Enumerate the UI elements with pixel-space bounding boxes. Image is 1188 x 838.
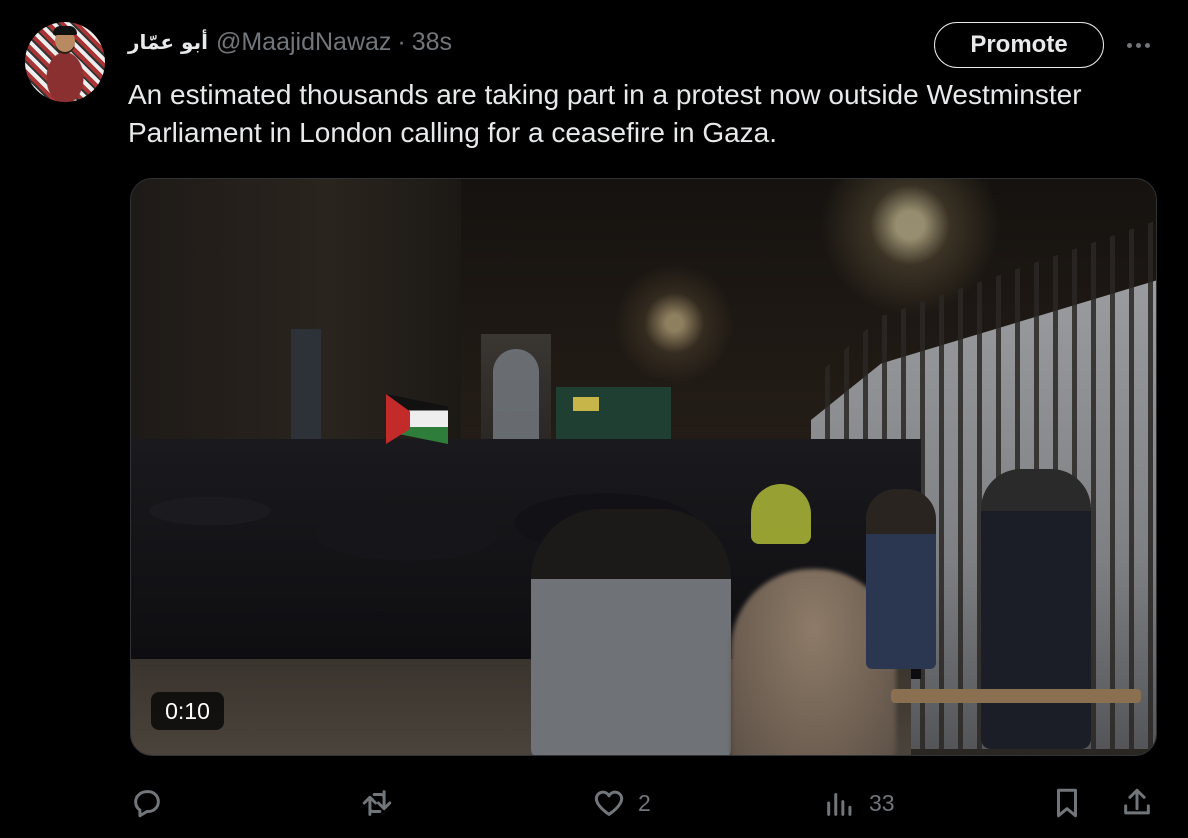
video-scene-chapel-window [493,349,539,439]
views-count: 33 [869,789,895,816]
share-button[interactable] [1120,780,1154,826]
video-scene-hoarding [556,387,671,447]
video-scene-police [751,484,811,544]
analytics-icon [827,793,852,816]
bookmark-icon [1057,788,1077,818]
repost-icon [362,790,392,816]
video-scene-person [866,489,936,669]
promote-button[interactable]: Promote [934,22,1104,68]
more-horizontal-icon[interactable] [1120,30,1156,60]
repost-button[interactable] [360,780,406,826]
display-name[interactable]: أبو عمّار [128,30,208,54]
video-scene-sign [573,397,599,411]
video-scene-person [981,469,1091,749]
video-duration-badge: 0:10 [151,692,224,730]
avatar-cap [53,26,77,35]
bookmark-button[interactable] [1050,780,1084,826]
video-scene-window [291,329,321,439]
heart-icon [594,790,624,816]
handle[interactable]: @MaajidNawaz [216,28,391,57]
tweet-text: An estimated thousands are taking part i… [128,79,1082,148]
share-icon [1124,788,1150,815]
video-scene-person [531,509,731,755]
reply-button[interactable] [130,780,176,826]
separator-dot: · [397,27,406,56]
video-scene-railing [891,689,1141,703]
like-button[interactable]: 2 [592,780,651,826]
avatar[interactable] [25,22,105,102]
like-count: 2 [638,789,651,816]
action-bar: 2 33 [130,780,1160,826]
views-button[interactable]: 33 [823,780,895,826]
video-player[interactable]: 0:10 [130,178,1157,756]
reply-icon [134,790,160,818]
timestamp[interactable]: 38s [412,28,452,57]
tweet-header: أبو عمّار @MaajidNawaz · 38s [128,26,452,58]
